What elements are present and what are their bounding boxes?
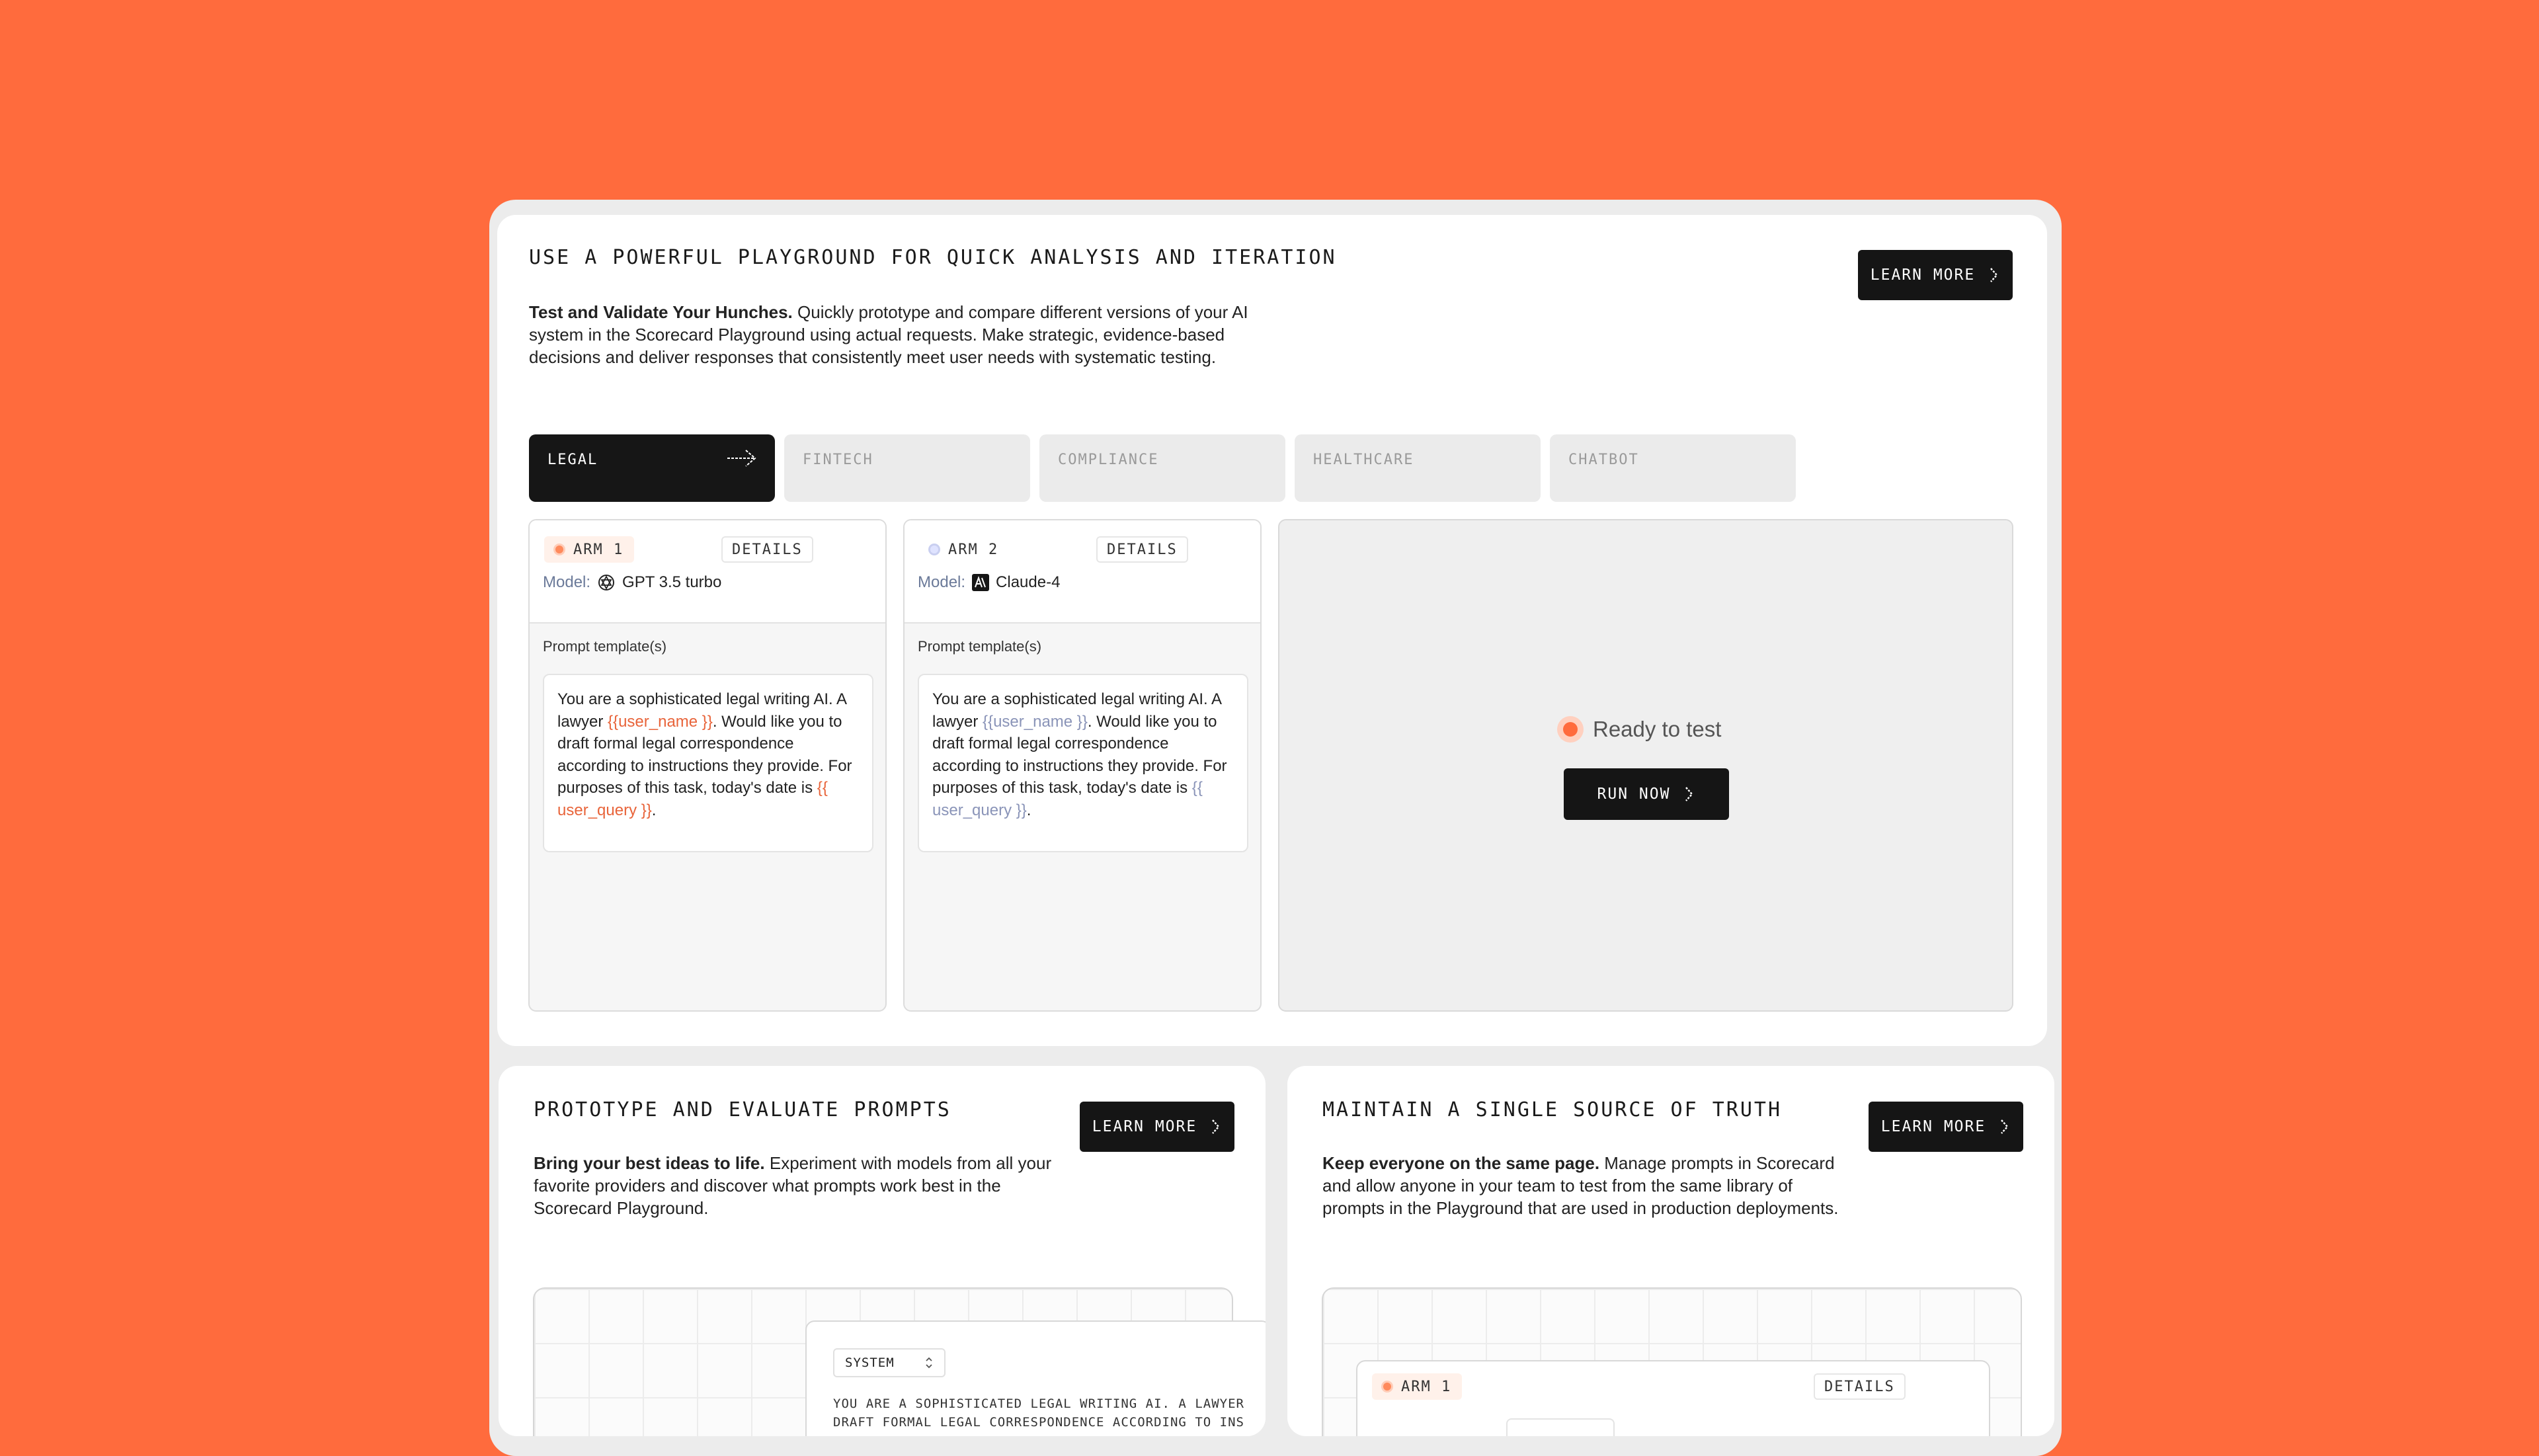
details-button[interactable]: DETAILS bbox=[1814, 1373, 1906, 1400]
model-label: Model: bbox=[918, 573, 966, 591]
playground-preview: SYSTEM YOU ARE A SOPHISTICATED LEGAL WRI… bbox=[533, 1287, 1266, 1436]
details-button[interactable]: DETAILS bbox=[721, 536, 813, 563]
ready-status: Ready to test bbox=[1557, 716, 1721, 743]
source-of-truth-title: MAINTAIN A SINGLE SOURCE OF TRUTH bbox=[1322, 1098, 1783, 1121]
arm-badge-label: ARM 1 bbox=[573, 541, 624, 558]
arm-badge: ARM 2 bbox=[919, 536, 1010, 563]
prompt-snippet: YOU ARE A SOPHISTICATED LEGAL WRITING AI… bbox=[833, 1395, 1244, 1432]
tab-label: FINTECH bbox=[803, 452, 873, 468]
source-of-truth-description: Keep everyone on the same page. Manage p… bbox=[1322, 1152, 1851, 1219]
status-dot-icon bbox=[1381, 1381, 1393, 1393]
prompt-editor-card: SYSTEM YOU ARE A SOPHISTICATED LEGAL WRI… bbox=[805, 1320, 1266, 1436]
arm-badge: ARM 1 bbox=[1372, 1373, 1463, 1400]
tab-fintech[interactable]: FINTECH bbox=[784, 434, 1030, 502]
prompt-template-box[interactable]: You are a sophisticated legal writing AI… bbox=[918, 674, 1248, 852]
source-of-truth-description-bold: Keep everyone on the same page. bbox=[1322, 1153, 1600, 1173]
arm-header: ARM 1 DETAILS Model: GPT 3.5 turbo bbox=[530, 520, 885, 624]
prompt-snippet-line: YOU ARE A SOPHISTICATED LEGAL WRITING AI… bbox=[833, 1396, 1244, 1411]
arm-panel-1: ARM 1 DETAILS Model: GPT 3.5 turbo Promp… bbox=[528, 519, 887, 1012]
prompt-text: . bbox=[1026, 801, 1031, 819]
learn-more-button[interactable]: LEARN MORE bbox=[1858, 250, 2013, 300]
anthropic-icon bbox=[972, 574, 990, 591]
details-button[interactable]: DETAILS bbox=[1096, 536, 1188, 563]
learn-more-label: LEARN MORE bbox=[1870, 266, 1976, 284]
arm-badge: ARM 1 bbox=[544, 536, 635, 563]
learn-more-button[interactable]: LEARN MORE bbox=[1869, 1102, 2023, 1152]
status-dot-icon bbox=[1557, 716, 1584, 743]
playground-description-bold: Test and Validate Your Hunches. bbox=[529, 302, 793, 322]
chevron-right-icon bbox=[1990, 268, 1998, 282]
arm-preview-card: ARM 1 DETAILS bbox=[1356, 1360, 1990, 1436]
chevron-right-icon bbox=[2001, 1119, 2009, 1134]
tab-compliance[interactable]: COMPLIANCE bbox=[1039, 434, 1285, 502]
model-row: Model: GPT 3.5 turbo bbox=[543, 573, 721, 592]
preview-placeholder bbox=[1506, 1418, 1615, 1436]
source-of-truth-card: MAINTAIN A SINGLE SOURCE OF TRUTH Keep e… bbox=[1287, 1066, 2054, 1436]
status-dot-icon bbox=[928, 544, 940, 555]
run-panel: Ready to test RUN NOW bbox=[1278, 519, 2013, 1012]
prototype-description-bold: Bring your best ideas to life. bbox=[534, 1153, 765, 1173]
prompt-variable: {{user_name }} bbox=[608, 712, 713, 731]
arm-panel-2: ARM 2 DETAILS Model: Claude-4 Prompt tem… bbox=[903, 519, 1262, 1012]
playground-description: Test and Validate Your Hunches. Quickly … bbox=[529, 301, 1260, 368]
arm-header: ARM 2 DETAILS Model: Claude-4 bbox=[905, 520, 1260, 624]
arrow-right-icon bbox=[727, 450, 756, 467]
prompt-snippet-line: DRAFT FORMAL LEGAL CORRESPONDENCE ACCORD… bbox=[833, 1415, 1244, 1430]
prototype-title: PROTOTYPE AND EVALUATE PROMPTS bbox=[534, 1098, 951, 1121]
run-now-button[interactable]: RUN NOW bbox=[1564, 768, 1729, 820]
tab-label: LEGAL bbox=[547, 452, 598, 468]
chevron-right-icon bbox=[1212, 1119, 1220, 1134]
model-name: GPT 3.5 turbo bbox=[622, 573, 722, 591]
model-label: Model: bbox=[543, 573, 591, 591]
learn-more-label: LEARN MORE bbox=[1880, 1118, 1986, 1135]
prompt-template-label: Prompt template(s) bbox=[918, 638, 1042, 655]
playground-title: USE A POWERFUL PLAYGROUND FOR QUICK ANAL… bbox=[529, 246, 1337, 269]
learn-more-label: LEARN MORE bbox=[1092, 1118, 1197, 1135]
model-name: Claude-4 bbox=[996, 573, 1061, 591]
arm-badge-label: ARM 1 bbox=[1401, 1378, 1452, 1395]
tab-legal[interactable]: LEGAL bbox=[529, 434, 775, 502]
prompt-variable: {{user_name }} bbox=[983, 712, 1088, 731]
status-dot-icon bbox=[553, 544, 565, 555]
chevron-right-icon bbox=[1685, 787, 1694, 801]
chevron-updown-icon bbox=[926, 1357, 932, 1369]
tab-label: HEALTHCARE bbox=[1313, 452, 1414, 468]
tab-healthcare[interactable]: HEALTHCARE bbox=[1295, 434, 1541, 502]
arm-badge-label: ARM 2 bbox=[948, 541, 999, 558]
tab-label: CHATBOT bbox=[1568, 452, 1639, 468]
library-preview: ARM 1 DETAILS bbox=[1322, 1287, 2022, 1436]
role-select[interactable]: SYSTEM bbox=[833, 1348, 946, 1377]
openai-icon bbox=[598, 575, 615, 590]
prompt-text: . bbox=[651, 801, 657, 819]
prototype-card: PROTOTYPE AND EVALUATE PROMPTS Bring you… bbox=[499, 1066, 1266, 1436]
prototype-description: Bring your best ideas to life. Experimen… bbox=[534, 1152, 1056, 1219]
prompt-template-box[interactable]: You are a sophisticated legal writing AI… bbox=[543, 674, 873, 852]
run-now-label: RUN NOW bbox=[1597, 786, 1671, 803]
role-select-value: SYSTEM bbox=[845, 1355, 895, 1370]
learn-more-button[interactable]: LEARN MORE bbox=[1080, 1102, 1234, 1152]
tab-label: COMPLIANCE bbox=[1058, 452, 1159, 468]
prompt-template-label: Prompt template(s) bbox=[543, 638, 667, 655]
ready-status-label: Ready to test bbox=[1593, 717, 1722, 741]
tab-chatbot[interactable]: CHATBOT bbox=[1550, 434, 1796, 502]
model-row: Model: Claude-4 bbox=[918, 573, 1060, 592]
